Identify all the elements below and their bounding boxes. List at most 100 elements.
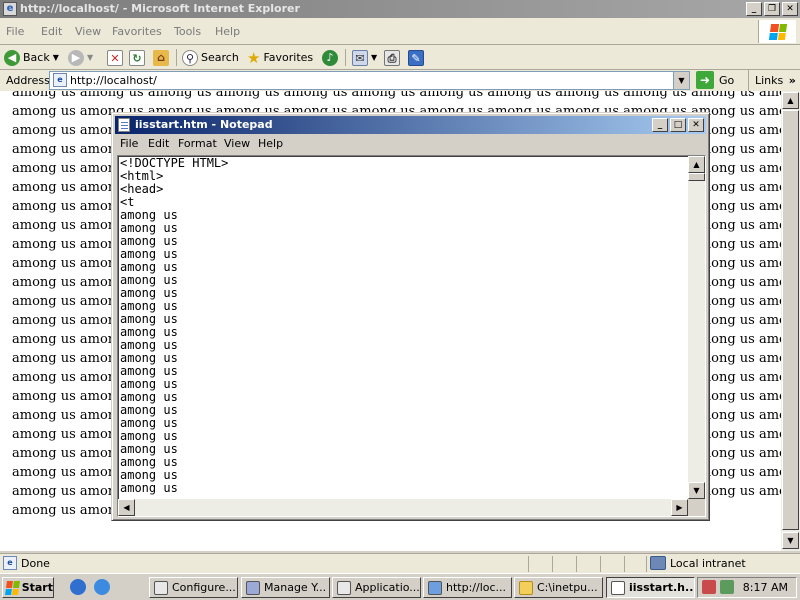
media-icon: ♪ (322, 49, 338, 66)
notepad-scroll-up-button[interactable]: ▲ (688, 156, 705, 173)
notepad-scroll-thumb[interactable] (688, 173, 705, 181)
links-label: Links (755, 74, 784, 87)
chevron-right-icon: » (788, 74, 796, 87)
notepad-horizontal-scrollbar[interactable]: ◀ ▶ (118, 499, 688, 516)
favorites-button[interactable]: ★ Favorites (247, 48, 313, 67)
notepad-window-title: iisstart.htm - Notepad (135, 118, 273, 131)
task-label: http://loc... (446, 581, 507, 594)
intranet-zone-icon (650, 556, 666, 570)
task-label: C:\inetpu... (537, 581, 598, 594)
taskbar-item-notepad[interactable]: iisstart.h... (606, 577, 695, 598)
notepad-app-icon (611, 580, 625, 595)
address-dropdown-button[interactable]: ▼ (673, 72, 689, 89)
refresh-icon: ↻ (129, 49, 145, 66)
media-button[interactable]: ♪ (322, 48, 338, 67)
menu-edit[interactable]: Edit (41, 25, 62, 38)
menu-favorites[interactable]: Favorites (112, 25, 162, 38)
restore-button[interactable]: ❐ (764, 2, 780, 16)
page-icon: e (53, 73, 67, 87)
notepad-menu-format[interactable]: Format (178, 137, 217, 150)
windows-logo (758, 20, 796, 43)
notepad-window: iisstart.htm - Notepad _ □ ✕ File Edit F… (111, 112, 710, 521)
close-button[interactable]: ✕ (782, 2, 798, 16)
menu-file[interactable]: File (6, 25, 24, 38)
mail-button[interactable]: ✉ ▼ (352, 48, 377, 67)
tray-network-icon[interactable] (720, 580, 734, 594)
notepad-menu-help[interactable]: Help (258, 137, 283, 150)
go-label: Go (719, 73, 735, 87)
notepad-menu-file[interactable]: File (120, 137, 138, 150)
forward-button[interactable]: ▶ ▼ (68, 48, 93, 67)
notepad-menu-edit[interactable]: Edit (148, 137, 169, 150)
back-dropdown-icon[interactable]: ▼ (53, 53, 59, 62)
mail-dropdown-icon[interactable]: ▼ (371, 53, 377, 62)
refresh-button[interactable]: ↻ (129, 48, 145, 67)
ie-window-controls: _ ❐ ✕ (746, 2, 798, 16)
favorites-label: Favorites (263, 51, 314, 64)
tray-tool-icon[interactable] (702, 580, 716, 594)
notepad-title-bar[interactable]: iisstart.htm - Notepad _ □ ✕ (115, 116, 706, 134)
notepad-menu-view[interactable]: View (224, 137, 250, 150)
task-label: Configure... (172, 581, 236, 594)
ie-app-icon: e (3, 2, 17, 16)
print-button[interactable]: ⎙ (384, 48, 400, 67)
notepad-minimize-button[interactable]: _ (652, 118, 668, 132)
menu-tools[interactable]: Tools (174, 25, 201, 38)
quicklaunch-explorer-icon[interactable] (94, 579, 110, 595)
home-button[interactable]: ⌂ (153, 48, 169, 67)
notepad-maximize-button[interactable]: □ (670, 118, 686, 132)
application-app-icon (337, 580, 351, 595)
back-button[interactable]: ◀ Back ▼ (4, 48, 59, 67)
edit-button[interactable]: ✎ (408, 48, 424, 67)
links-button[interactable]: Links » (748, 70, 800, 91)
task-label: Manage Y... (264, 581, 327, 594)
start-button[interactable]: Start (2, 577, 54, 598)
taskbar-item-manage[interactable]: Manage Y... (241, 577, 330, 598)
stop-icon: ✕ (107, 49, 123, 66)
go-arrow-icon: ➜ (696, 71, 714, 89)
ie-menu-bar: File Edit View Favorites Tools Help (0, 18, 800, 45)
edit-icon: ✎ (408, 49, 424, 66)
menu-view[interactable]: View (75, 25, 101, 38)
notepad-scroll-right-button[interactable]: ▶ (671, 499, 688, 516)
print-icon: ⎙ (384, 49, 400, 66)
scroll-thumb[interactable] (782, 110, 799, 530)
clock: 8:17 AM (742, 581, 788, 594)
system-tray: 8:17 AM (697, 577, 797, 598)
forward-dropdown-icon[interactable]: ▼ (87, 53, 93, 62)
manage-app-icon (246, 580, 260, 595)
notepad-scroll-down-button[interactable]: ▼ (688, 482, 705, 499)
scroll-up-button[interactable]: ▲ (782, 92, 799, 109)
address-input[interactable]: e http://localhost/ ▼ (49, 71, 690, 90)
windows-flag-icon (5, 580, 20, 595)
search-button[interactable]: ⚲ Search (182, 48, 239, 67)
status-pane (528, 556, 529, 572)
ie-vertical-scrollbar[interactable]: ▲ ▼ (781, 91, 800, 551)
taskbar-item-ie[interactable]: http://loc... (423, 577, 512, 598)
status-pane (624, 556, 625, 572)
task-label: iisstart.h... (629, 581, 695, 594)
taskbar-item-configure[interactable]: Configure... (149, 577, 238, 598)
status-text: Done (21, 557, 50, 570)
quicklaunch-ie-icon[interactable] (70, 579, 86, 595)
notepad-size-grip[interactable] (688, 499, 705, 516)
notepad-close-button[interactable]: ✕ (688, 118, 704, 132)
taskbar-item-application[interactable]: Applicatio... (332, 577, 421, 598)
back-label: Back (23, 51, 50, 64)
notepad-app-icon (118, 118, 130, 132)
notepad-menu-bar: File Edit Format View Help (115, 135, 706, 153)
security-zone-label: Local intranet (670, 557, 746, 570)
taskbar: Start Configure... Manage Y... Applicati… (0, 573, 800, 600)
notepad-text[interactable]: <!DOCTYPE HTML> <html> <head> <t among u… (120, 157, 688, 498)
search-icon: ⚲ (182, 49, 198, 66)
taskbar-item-folder[interactable]: C:\inetpu... (514, 577, 603, 598)
stop-button[interactable]: ✕ (107, 48, 123, 67)
status-pane (600, 556, 601, 572)
notepad-scroll-left-button[interactable]: ◀ (118, 499, 135, 516)
notepad-vertical-scrollbar[interactable]: ▲ ▼ (688, 156, 705, 499)
scroll-down-button[interactable]: ▼ (782, 532, 799, 549)
menu-help[interactable]: Help (215, 25, 240, 38)
notepad-text-area[interactable]: <!DOCTYPE HTML> <html> <head> <t among u… (117, 155, 706, 517)
go-button[interactable]: ➜ Go (696, 71, 734, 89)
minimize-button[interactable]: _ (746, 2, 762, 16)
